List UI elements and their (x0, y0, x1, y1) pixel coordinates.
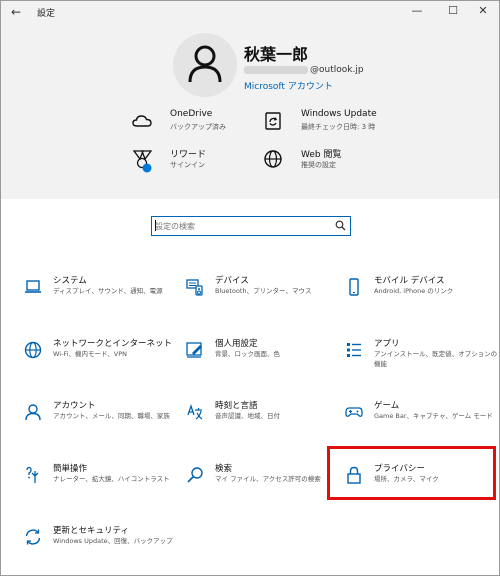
phone-icon (349, 278, 359, 296)
title-bar: ← 設定 — ☐ ✕ (1, 1, 499, 23)
category-description: Bluetooth、プリンター、マウス (215, 287, 312, 295)
category-description: Game Bar、キャプチャ、ゲーム モード (374, 412, 493, 420)
maximize-button[interactable]: ☐ (437, 1, 469, 23)
category-personalization[interactable]: 個人用設定 背景、ロック画面、色 (186, 337, 344, 391)
category-title: システム (53, 276, 87, 286)
category-title: 簡単操作 (53, 464, 88, 474)
category-accounts[interactable]: アカウント アカウント、メール、同期、職場、家族 (24, 399, 182, 453)
account-header: 秋葉一郎 @outlook.jp Microsoft アカウント OneDriv… (1, 23, 499, 199)
gamepad-icon (345, 407, 363, 417)
update-icon (265, 112, 281, 130)
category-title: 時刻と言語 (215, 401, 258, 411)
category-network[interactable]: ネットワークとインターネット Wi-Fi、機内モード、VPN (24, 337, 182, 391)
person-icon (188, 45, 222, 83)
search-icon (187, 467, 203, 483)
category-search[interactable]: 検索 マイ ファイル、アクセス許可の検索 (186, 462, 344, 516)
status-title: Web 閲覧 (301, 150, 342, 160)
category-title: モバイル デバイス (374, 276, 445, 286)
status-title: Windows Update (301, 109, 377, 119)
keyboard-icon (186, 279, 203, 296)
avatar[interactable] (173, 33, 237, 97)
category-ease-of-access[interactable]: 簡単操作 ナレーター、拡大鏡、ハイコントラスト (24, 462, 182, 516)
status-onedrive[interactable]: OneDrive バックアップ済み (132, 109, 282, 139)
laptop-icon (25, 280, 41, 293)
language-icon (187, 403, 203, 420)
category-description: Windows Update、回復、バックアップ (53, 537, 173, 545)
back-button[interactable]: ← (7, 3, 25, 21)
status-subtitle: サインイン (170, 161, 205, 169)
category-description: Wi-Fi、機内モード、VPN (53, 350, 127, 358)
category-title: 検索 (215, 464, 233, 474)
category-title: アカウント (53, 401, 96, 411)
redacted-email (244, 65, 308, 74)
category-mobile-devices[interactable]: モバイル デバイス Android, iPhone のリンク (345, 274, 499, 328)
category-system[interactable]: システム ディスプレイ、サウンド、通知、電源 (24, 274, 182, 328)
status-subtitle: 推奨の設定 (301, 161, 336, 169)
category-title: ネットワークとインターネット (53, 339, 173, 349)
category-gaming[interactable]: ゲーム Game Bar、キャプチャ、ゲーム モード (345, 399, 499, 453)
category-description: 背景、ロック画面、色 (215, 350, 280, 358)
user-email: @outlook.jp (244, 65, 364, 75)
user-name: 秋葉一郎 (244, 45, 309, 64)
window-title: 設定 (37, 9, 56, 19)
close-button[interactable]: ✕ (467, 1, 499, 23)
category-description: 音声認識、地域、日付 (215, 412, 280, 420)
category-title: アプリ (374, 339, 400, 349)
category-title: 更新とセキュリティ (53, 526, 129, 536)
status-title: OneDrive (170, 109, 213, 119)
settings-window: ← 設定 — ☐ ✕ 秋葉一郎 @outlook.jp Microsoft アカ… (0, 0, 500, 576)
category-description: アンインストール、既定値、オプションの機能 (374, 350, 498, 368)
minimize-button[interactable]: — (401, 1, 433, 23)
category-description: マイ ファイル、アクセス許可の検索 (215, 475, 321, 483)
status-title: リワード (170, 150, 207, 160)
category-update-security[interactable]: 更新とセキュリティ Windows Update、回復、バックアップ (24, 524, 182, 575)
category-title: デバイス (215, 276, 249, 286)
category-description: Android, iPhone のリンク (374, 287, 454, 295)
person-icon (25, 404, 41, 421)
status-web-browsing[interactable]: Web 閲覧 推奨の設定 (263, 147, 413, 177)
category-apps[interactable]: アプリ アンインストール、既定値、オプションの機能 (345, 337, 499, 391)
category-description: ナレーター、拡大鏡、ハイコントラスト (53, 475, 170, 483)
category-devices[interactable]: デバイス Bluetooth、プリンター、マウス (186, 274, 344, 328)
status-windows-update[interactable]: Windows Update 最終チェック日時: 3 時 (263, 109, 413, 139)
status-subtitle: バックアップ済み (170, 123, 226, 131)
status-subtitle: 最終チェック日時: 3 時 (301, 123, 376, 131)
cloud-icon (132, 115, 152, 127)
paint-icon (186, 342, 202, 358)
category-time-language[interactable]: 時刻と言語 音声認識、地域、日付 (186, 399, 344, 453)
settings-search-box[interactable] (151, 216, 351, 236)
category-description: ディスプレイ、サウンド、通知、電源 (53, 287, 163, 295)
ease-of-access-icon (26, 466, 39, 483)
category-description: アカウント、メール、同期、職場、家族 (53, 412, 170, 420)
globe-icon (24, 341, 42, 359)
search-input[interactable] (155, 219, 325, 233)
microsoft-account-link[interactable]: Microsoft アカウント (244, 79, 333, 92)
globe-icon (264, 150, 282, 168)
category-title: ゲーム (374, 401, 400, 411)
category-title: 個人用設定 (215, 339, 258, 349)
status-rewards[interactable]: リワード サインイン (132, 147, 282, 177)
sync-icon (25, 529, 41, 545)
apps-icon (347, 343, 361, 357)
search-icon[interactable] (335, 220, 346, 231)
rewards-icon (132, 150, 153, 173)
highlight-box (327, 446, 496, 500)
